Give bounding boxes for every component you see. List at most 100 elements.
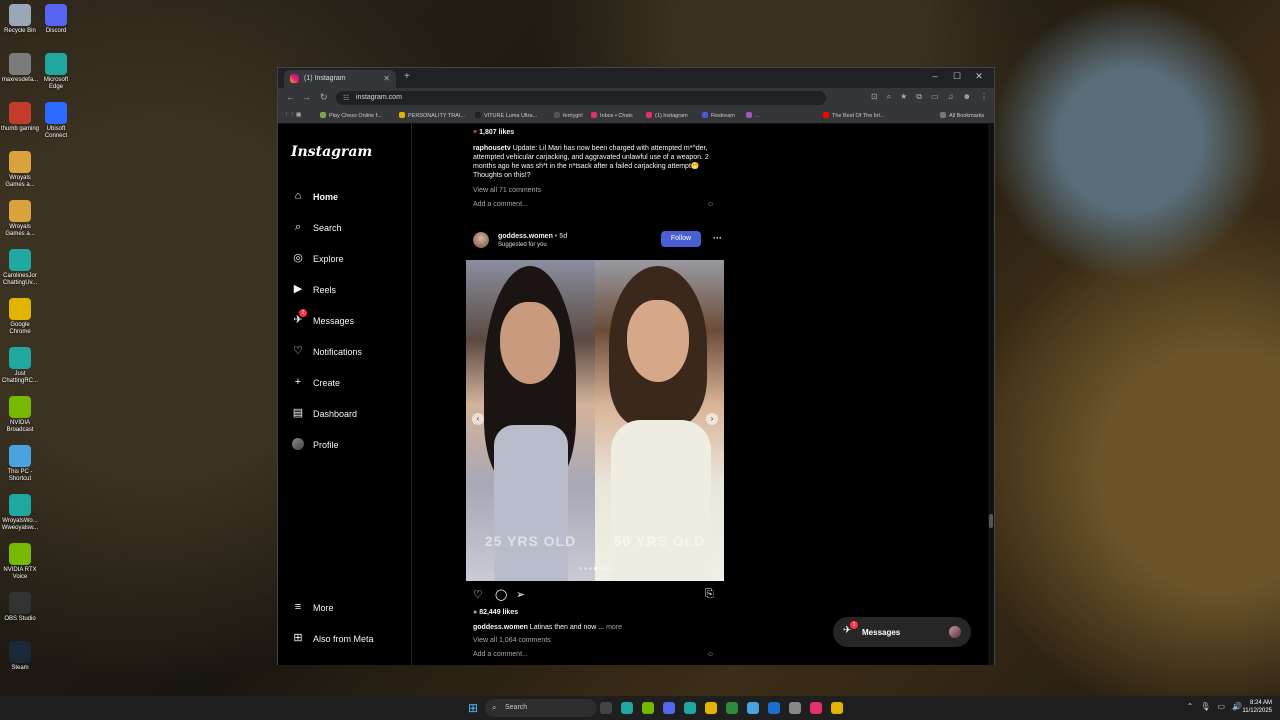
taskbar-search[interactable]: ⌕ Search [485,699,597,717]
taskbar-app-icon[interactable] [642,702,654,714]
taskbar-app-icon[interactable] [789,702,801,714]
desktop-icon[interactable]: Just ChattingRC... [0,347,40,385]
emoji-icon[interactable]: ☺ [707,651,714,658]
taskbar-app-icon[interactable] [831,702,843,714]
bookmark-item[interactable]: Inbox • Chats [591,112,633,119]
nav-item-more[interactable]: ≡ More [291,599,406,619]
tab-instagram[interactable]: (1) Instagram ✕ [284,70,396,88]
desktop-icon[interactable]: Discord [36,4,76,35]
bookmark-item[interactable]: The Best Of The Int... [823,112,884,119]
back-arrow-icon[interactable]: ← [286,92,295,102]
prev-post-username[interactable]: raphousetv [473,145,511,152]
post-likes-text[interactable]: 82,449 likes [479,609,518,616]
post-image-carousel[interactable]: 25 YRS OLD 50 YRS OLD ‹ › [466,260,724,581]
desktop-icon[interactable]: maxresdefa... [0,53,40,84]
desktop-icon[interactable]: CarolinesJor ChattingUv... [0,249,40,287]
taskbar-clock[interactable]: 8:24 AM 11/12/2025 [1242,699,1272,715]
bookmark-item[interactable]: Play Chess Online f... [320,112,382,119]
messages-pill[interactable]: ✈ 1 Messages [833,617,971,647]
zoom-icon[interactable]: ⌕ [887,92,891,101]
add-comment-input[interactable]: Add a comment... [473,651,528,658]
desktop-icon[interactable]: This PC - Shortcut [0,445,40,483]
minimize-button[interactable]: – [924,71,946,81]
post-username[interactable]: goddess.women • 5d [498,233,567,240]
bookmark-item[interactable]: ferriygirl [554,112,583,119]
install-app-icon[interactable]: ⊡ [871,92,878,101]
desktop-icon[interactable]: Wroyals Games a... [0,200,40,238]
microphone-icon[interactable]: 🎙 [1200,702,1210,711]
nav-item-meta[interactable]: ⊞ Also from Meta [291,630,406,650]
network-icon[interactable]: ▭ [1217,702,1225,711]
windows-start-icon[interactable]: ⊞ [468,701,478,715]
desktop-icon[interactable]: WroyalsWo... Wweoyalsw... [0,494,40,532]
instagram-logo[interactable]: Instagram [291,144,372,160]
desktop-icon[interactable]: Wroyals Games a... [0,151,40,189]
nav-item-notifications[interactable]: ♡ Notifications [291,343,406,363]
reload-icon[interactable]: ↻ [320,92,328,103]
extensions-icon[interactable]: ⧉ [916,92,922,101]
bookmark-item[interactable]: All Bookmarks [940,112,984,119]
taskbar-app-icon[interactable] [726,702,738,714]
taskbar-app-icon[interactable] [705,702,717,714]
post-username-text[interactable]: goddess.women [498,233,553,240]
taskbar-app-icon[interactable] [684,702,696,714]
tab-close-icon[interactable]: ✕ [383,74,390,83]
share-icon[interactable]: ➢ [516,588,525,601]
save-bookmark-icon[interactable]: ⎘ [705,588,714,601]
nav-item-dashboard[interactable]: ▤ Dashboard [291,405,406,425]
desktop-icon[interactable]: Google Chrome [0,298,40,336]
taskbar-app-icon[interactable] [600,702,612,714]
carousel-prev-icon[interactable]: ‹ [472,413,484,425]
like-heart-icon[interactable]: ♡ [473,588,483,601]
tab-groups-icon[interactable]: ▦ [296,112,301,118]
more-options-icon[interactable]: ··· [713,233,722,243]
desktop-icon[interactable]: Ubisoft Connect [36,102,76,140]
desktop-icon[interactable]: OBS Studio [0,592,40,623]
desktop-icon[interactable]: Recycle Bin [0,4,40,35]
bookmark-item[interactable]: ... [746,112,760,119]
site-info-icon[interactable]: ☷ [343,94,349,102]
maximize-button[interactable]: ☐ [946,71,968,82]
desktop-icon[interactable]: thumb gaming [0,102,40,133]
bookmark-item[interactable]: PERSONALITY TRAI... [399,112,465,119]
comment-icon[interactable]: ◯ [495,588,507,601]
nav-item-reels[interactable]: ▶ Reels [291,281,406,301]
scrollbar-thumb[interactable] [989,514,993,528]
page-scrollbar[interactable] [988,124,994,665]
carousel-next-icon[interactable]: › [706,413,718,425]
nav-item-create[interactable]: + Create [291,374,406,394]
forward-arrow-icon[interactable]: → [302,92,311,102]
close-window-button[interactable]: ✕ [968,71,990,82]
taskbar-app-icon[interactable] [747,702,759,714]
taskbar-app-icon[interactable] [768,702,780,714]
prev-view-comments-link[interactable]: View all 71 comments [473,187,541,194]
bookmark-item[interactable]: Restream [702,112,735,119]
taskbar-app-icon[interactable] [621,702,633,714]
desktop-icon[interactable]: Steam [0,641,40,672]
prev-add-comment-input[interactable]: Add a comment... [473,201,528,208]
new-tab-button[interactable]: + [404,71,410,82]
bookmark-star-icon[interactable]: ★ [900,92,907,101]
post-avatar[interactable] [473,232,489,248]
emoji-icon[interactable]: ☺ [707,201,714,208]
nav-item-home[interactable]: ⌂ Home [291,188,406,208]
desktop-icon[interactable]: NVIDIA Broadcast [0,396,40,434]
nav-item-profile[interactable]: Profile [291,436,406,456]
view-comments-link[interactable]: View all 1,064 comments [473,637,551,644]
caption-username[interactable]: goddess.women [473,624,528,631]
menu-kebab-icon[interactable]: ⋮ [980,92,988,101]
tray-chevron-icon[interactable]: ⌃ [1187,702,1194,711]
nav-item-explore[interactable]: ◎ Explore [291,250,406,270]
volume-icon[interactable]: 🔊 [1232,702,1242,711]
sidepanel-icon[interactable]: ▭ [931,92,939,101]
bookmark-item[interactable]: (1) Instagram [646,112,688,119]
taskbar-app-icon[interactable] [663,702,675,714]
profile-icon[interactable]: ☻ [963,92,971,101]
follow-button[interactable]: Follow [661,231,701,247]
nav-item-messages[interactable]: ✈ 1 Messages [291,309,406,332]
media-icon[interactable]: ♫ [948,92,954,101]
taskbar-app-icon[interactable] [810,702,822,714]
desktop-icon[interactable]: Microsoft Edge [36,53,76,91]
nav-item-search[interactable]: ⌕ Search [291,219,406,239]
desktop-icon[interactable]: NVIDIA RTX Voice [0,543,40,581]
